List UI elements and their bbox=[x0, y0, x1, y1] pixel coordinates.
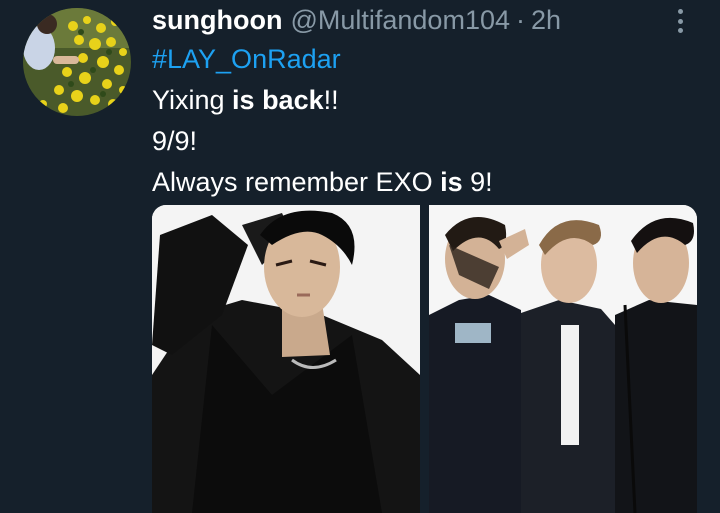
author-display-name[interactable]: sunghoon bbox=[152, 2, 282, 38]
author-handle[interactable]: @Multifandom104 bbox=[290, 2, 510, 38]
group-photo bbox=[429, 205, 697, 513]
media-photo-2[interactable] bbox=[429, 205, 697, 513]
more-dot bbox=[677, 9, 683, 14]
media-photo-1[interactable] bbox=[152, 205, 420, 513]
text-segment: Yixing bbox=[152, 85, 233, 115]
tweet-line: Always remember EXO is 9! bbox=[152, 162, 493, 203]
text-segment-bold: is back bbox=[232, 85, 324, 115]
tweet-timestamp[interactable]: 2h bbox=[531, 2, 561, 38]
text-segment: 9/9! bbox=[152, 126, 198, 156]
author-avatar[interactable] bbox=[23, 8, 131, 116]
tweet-media bbox=[152, 205, 697, 513]
text-segment: 9! bbox=[462, 167, 493, 197]
tweet-header: sunghoon @Multifandom104 · 2h bbox=[152, 2, 561, 38]
tweet-text: #LAY_OnRadar Yixing is back!! 9/9! Alway… bbox=[152, 39, 493, 203]
avatar-image bbox=[23, 8, 131, 116]
tweet-line: Yixing is back!! bbox=[152, 80, 493, 121]
more-dot bbox=[677, 18, 683, 24]
text-segment: !! bbox=[323, 85, 339, 115]
text-segment: Always remember EXO bbox=[152, 167, 441, 197]
tweet-line: 9/9! bbox=[152, 121, 493, 162]
header-separator: · bbox=[516, 5, 525, 35]
more-options-icon[interactable] bbox=[670, 6, 690, 36]
text-segment-bold: is bbox=[440, 167, 463, 197]
portrait-photo bbox=[152, 205, 420, 513]
more-dot bbox=[677, 28, 683, 33]
hashtag-link[interactable]: #LAY_OnRadar bbox=[152, 44, 341, 74]
